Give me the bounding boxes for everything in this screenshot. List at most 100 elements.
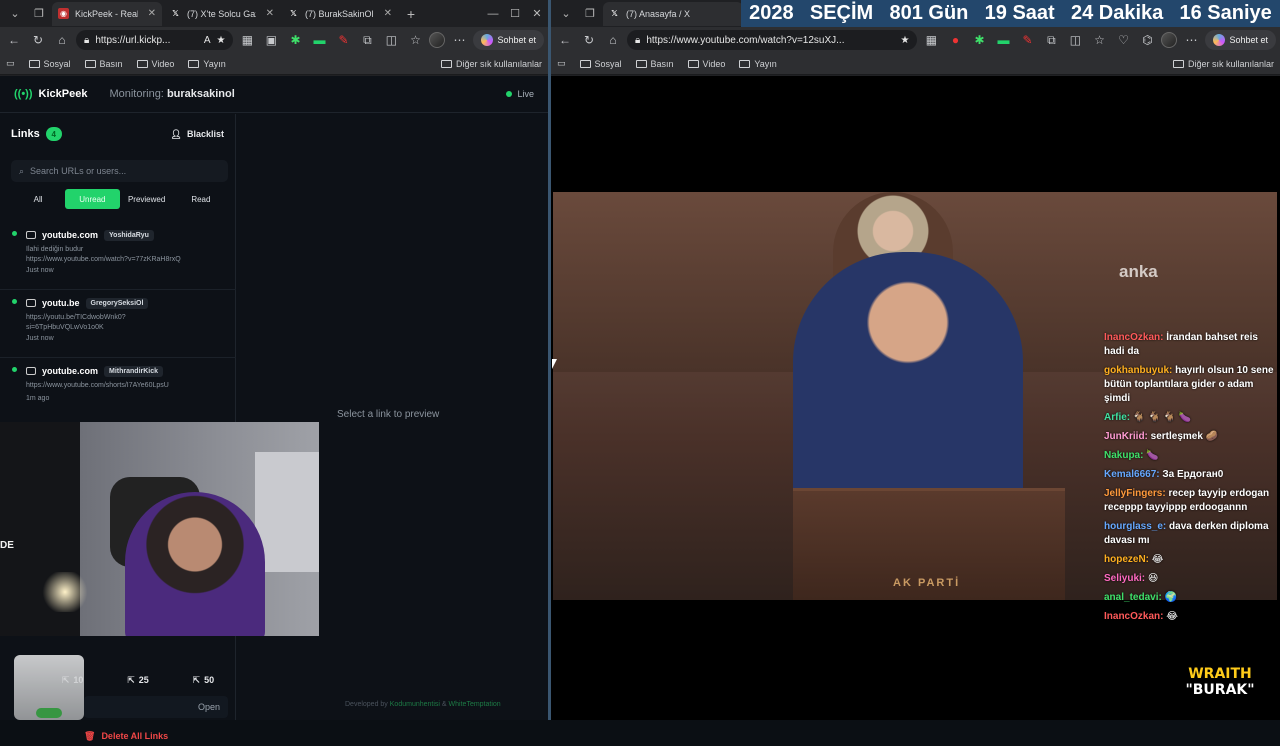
- webcam-overlay: [0, 422, 319, 636]
- search-input[interactable]: ⌕ Search URLs or users...: [11, 160, 228, 182]
- live-label: Live: [517, 89, 534, 99]
- browser-essentials-icon[interactable]: ⌬: [1137, 30, 1157, 50]
- user-icon: 👤︎: [170, 128, 182, 139]
- copilot-button[interactable]: Sohbet et: [473, 30, 544, 50]
- bookmark-folder[interactable]: Video: [136, 59, 174, 69]
- tab-x-home[interactable]: 𝕏 (7) Anasayfa / X: [603, 1, 743, 26]
- extensions-puzzle-icon[interactable]: ⧉: [1041, 30, 1061, 50]
- folder-icon: [188, 59, 200, 68]
- credits-author-2[interactable]: WhiteTemptation: [449, 701, 501, 708]
- profile-avatar[interactable]: [429, 32, 446, 48]
- filter-previewed[interactable]: Previewed: [120, 189, 174, 209]
- video-icon: [26, 367, 36, 375]
- credits-author-1[interactable]: Kodumunhentisi: [390, 701, 440, 708]
- tab-actions-icon[interactable]: ⌄: [4, 4, 26, 24]
- minimize-icon[interactable]: —: [482, 4, 504, 24]
- filter-read[interactable]: Read: [174, 189, 228, 209]
- close-window-icon[interactable]: ✕: [526, 4, 548, 24]
- filter-unread[interactable]: Unread: [65, 189, 120, 209]
- countdown-year: 2028: [749, 2, 794, 24]
- bookmark-folder[interactable]: Basın: [84, 59, 123, 69]
- extension-icon[interactable]: ▦: [237, 30, 257, 50]
- extension-icon[interactable]: ▬: [309, 30, 329, 50]
- home-icon[interactable]: ⌂: [603, 30, 623, 50]
- split-screen-icon[interactable]: ◫: [1065, 30, 1085, 50]
- collections-icon[interactable]: ♡: [1113, 30, 1133, 50]
- list-item[interactable]: youtube.com MithrandirKick https://www.yo…: [0, 358, 236, 426]
- reload-icon[interactable]: ↻: [579, 30, 599, 50]
- bookmark-folder[interactable]: Video: [687, 58, 726, 69]
- list-item[interactable]: youtube.com YoshidaRyu İlahi dediğin budu…: [0, 222, 236, 290]
- blacklist-button[interactable]: 👤︎ Blacklist: [171, 129, 224, 140]
- tab-x-burak[interactable]: 𝕏 (7) BurakSakinOl (@bu ✕: [282, 2, 398, 26]
- workspaces-icon[interactable]: ❐: [28, 4, 50, 24]
- bookmark-folder[interactable]: Sosyal: [579, 59, 622, 69]
- bookmark-label: Video: [702, 58, 726, 69]
- link-time: Just now: [26, 267, 54, 274]
- more-menu-icon[interactable]: ⋯: [449, 30, 469, 50]
- bookmark-folder[interactable]: Basın: [635, 59, 674, 69]
- delete-all-button[interactable]: 🗑︎ Delete All Links: [84, 726, 228, 746]
- extension-icon[interactable]: ✎: [1017, 30, 1037, 50]
- extension-icon[interactable]: ▦: [921, 30, 941, 50]
- chat-message: Seliyuki: 😆: [1104, 572, 1276, 586]
- extension-icon[interactable]: ✎: [333, 30, 353, 50]
- copilot-button[interactable]: Sohbet et: [1205, 30, 1276, 50]
- blacklist-label: Blacklist: [186, 129, 224, 139]
- workspaces-icon[interactable]: ❐: [579, 4, 601, 24]
- chat-message: JellyFingers: recep tayyip erdogan recep…: [1104, 487, 1276, 515]
- profile-avatar[interactable]: [1161, 32, 1178, 48]
- favorite-star-icon[interactable]: ★: [217, 35, 226, 46]
- extension-icon[interactable]: ▣: [261, 30, 281, 50]
- read-aloud-icon[interactable]: A: [204, 35, 211, 46]
- extension-icon[interactable]: ✱: [285, 30, 305, 50]
- chat-text: sertleşmek 🥔: [1150, 431, 1219, 442]
- folder-icon: [1172, 59, 1184, 68]
- more-menu-icon[interactable]: ⋯: [1181, 30, 1201, 50]
- extension-icon[interactable]: ▬: [993, 30, 1013, 50]
- list-item[interactable]: youtu.be GregorySeksiOl https://youtu.be/…: [0, 290, 236, 358]
- tab-x-solcu[interactable]: 𝕏 (7) X'te Solcu Gazete: ' ✕: [164, 2, 280, 26]
- extension-icon[interactable]: ●: [945, 30, 965, 50]
- bookmark-folder[interactable]: Yayın: [188, 59, 226, 69]
- tab-actions-icon[interactable]: ⌄: [555, 4, 577, 24]
- address-bar[interactable]: 🔒︎ https://url.kickp... A ★: [76, 30, 234, 50]
- stat-label: 25: [138, 675, 149, 685]
- cup-overlay: [14, 655, 84, 720]
- reload-icon[interactable]: ↻: [28, 30, 48, 50]
- sidebar-toggle-icon[interactable]: ▭: [6, 58, 15, 69]
- sidebar-toggle-icon[interactable]: ▭: [557, 58, 566, 69]
- countdown-days: 801 Gün: [889, 2, 969, 24]
- home-icon[interactable]: ⌂: [52, 30, 72, 50]
- close-icon[interactable]: ✕: [384, 8, 392, 19]
- open-50-button[interactable]: ⇱ 50: [193, 675, 215, 686]
- favorite-star-icon[interactable]: ★: [901, 35, 910, 46]
- monitoring-status: Monitoring: buraksakinol: [109, 88, 234, 100]
- bookmark-folder[interactable]: Yayın: [739, 59, 777, 69]
- extension-icon[interactable]: ✱: [969, 30, 989, 50]
- other-favorites[interactable]: Diğer sık kullanılanlar: [440, 59, 542, 69]
- close-icon[interactable]: ✕: [266, 8, 274, 19]
- chat-user: hourglass_e:: [1104, 521, 1167, 532]
- link-list: youtube.com YoshidaRyu İlahi dediğin budu…: [0, 222, 236, 426]
- favorites-icon[interactable]: ☆: [405, 30, 425, 50]
- x-icon: 𝕏: [172, 9, 179, 18]
- address-bar[interactable]: 🔒︎ https://www.youtube.com/watch?v=12suX…: [627, 30, 918, 50]
- countdown-label: SEÇİM: [809, 2, 874, 24]
- extensions-puzzle-icon[interactable]: ⧉: [357, 30, 377, 50]
- other-favorites[interactable]: Diğer sık kullanılanlar: [1172, 59, 1274, 69]
- split-screen-icon[interactable]: ◫: [381, 30, 401, 50]
- favorites-icon[interactable]: ☆: [1089, 30, 1109, 50]
- new-tab-icon[interactable]: +: [400, 4, 422, 24]
- kickpeek-icon: ◉: [58, 8, 69, 19]
- open-25-button[interactable]: ⇱ 25: [127, 675, 149, 686]
- tab-kickpeek[interactable]: ◉ KickPeek - Real-time L ✕: [52, 1, 162, 26]
- maximize-icon[interactable]: ☐: [504, 4, 526, 24]
- back-icon[interactable]: ←: [555, 30, 575, 50]
- back-icon[interactable]: ←: [4, 30, 24, 50]
- chat-text: 🍆: [1146, 450, 1159, 461]
- bookmark-folder[interactable]: Sosyal: [28, 59, 71, 69]
- close-icon[interactable]: ✕: [148, 8, 156, 19]
- filter-all[interactable]: All: [11, 189, 65, 209]
- open-button[interactable]: Open: [84, 696, 228, 718]
